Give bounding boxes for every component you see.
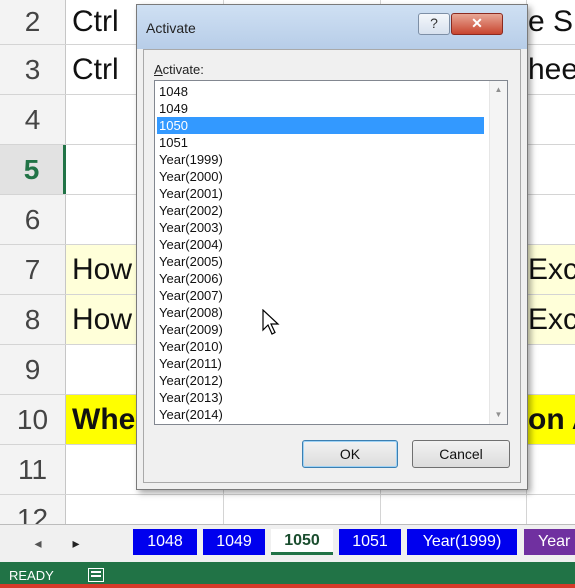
cell[interactable]: e Sh	[526, 0, 575, 44]
sheet-row: 12	[0, 495, 575, 524]
mouse-pointer-icon	[262, 309, 280, 335]
list-item[interactable]: Year(2008)	[157, 304, 484, 321]
sheet-tab[interactable]: 1049	[203, 529, 265, 555]
list-item[interactable]: Year(2001)	[157, 185, 484, 202]
list-item[interactable]: Year(2009)	[157, 321, 484, 338]
list-item[interactable]: Year(2014)	[157, 406, 484, 423]
list-item[interactable]: Year(2010)	[157, 338, 484, 355]
macro-record-icon[interactable]	[87, 568, 104, 582]
list-item[interactable]: Year(2002)	[157, 202, 484, 219]
list-item[interactable]: Year(2013)	[157, 389, 484, 406]
list-item[interactable]: Year(1999)	[157, 151, 484, 168]
sheet-tab-active[interactable]: 1050	[271, 529, 333, 555]
status-divider	[0, 584, 575, 588]
list-item-selected[interactable]: 1050	[157, 117, 484, 134]
dialog-title: Activate	[146, 20, 196, 36]
cancel-button[interactable]: Cancel	[412, 440, 510, 468]
cell[interactable]	[526, 495, 575, 524]
dialog-titlebar[interactable]: Activate ? ✕	[137, 5, 527, 49]
row-header-selected[interactable]: 5	[0, 145, 66, 194]
row-header[interactable]: 11	[0, 445, 66, 494]
list-item[interactable]: Year(2000)	[157, 168, 484, 185]
cell[interactable]	[526, 445, 575, 494]
ready-status: READY	[9, 567, 54, 583]
dialog-body: Activate: 1048 1049 1050 1051 Year(1999)…	[143, 49, 521, 483]
row-header[interactable]: 12	[0, 495, 66, 524]
close-button[interactable]: ✕	[451, 13, 503, 35]
row-header[interactable]: 2	[0, 0, 66, 44]
list-item[interactable]: Year(2011)	[157, 355, 484, 372]
cell[interactable]	[526, 95, 575, 144]
cell[interactable]: on A	[526, 395, 575, 444]
sheet-tab[interactable]: 1051	[339, 529, 401, 555]
list-label: Activate:	[154, 62, 204, 77]
list-item[interactable]: 1048	[157, 83, 484, 100]
status-bar: READY	[0, 562, 575, 588]
list-item[interactable]: Year(2004)	[157, 236, 484, 253]
list-scrollbar[interactable]: ▲ ▼	[489, 81, 507, 424]
tab-scroll-left-icon[interactable]: ◂	[28, 531, 48, 555]
cell[interactable]: Exc	[526, 295, 575, 344]
tab-scroll-right-icon[interactable]: ▸	[66, 531, 86, 555]
list-item[interactable]: Year(2012)	[157, 372, 484, 389]
sheet-tab-bar: ◂ ▸ 1048 1049 1050 1051 Year(1999) Year	[0, 524, 575, 562]
sheet-tab[interactable]: Year	[524, 529, 575, 555]
cell[interactable]: heet	[526, 45, 575, 94]
cell[interactable]	[526, 145, 575, 194]
row-header[interactable]: 6	[0, 195, 66, 244]
sheet-tab[interactable]: 1048	[133, 529, 197, 555]
row-header[interactable]: 8	[0, 295, 66, 344]
list-item[interactable]: Year(2006)	[157, 270, 484, 287]
list-item[interactable]: Year(2005)	[157, 253, 484, 270]
cell[interactable]: Exc	[526, 245, 575, 294]
row-header[interactable]: 9	[0, 345, 66, 394]
list-item[interactable]: 1049	[157, 100, 484, 117]
row-header[interactable]: 10	[0, 395, 66, 444]
cell[interactable]	[526, 195, 575, 244]
scroll-down-icon[interactable]: ▼	[490, 406, 507, 424]
list-item[interactable]: 1051	[157, 134, 484, 151]
row-header[interactable]: 7	[0, 245, 66, 294]
list-item[interactable]: Year(2007)	[157, 287, 484, 304]
sheet-list[interactable]: 1048 1049 1050 1051 Year(1999) Year(2000…	[154, 80, 508, 425]
scroll-up-icon[interactable]: ▲	[490, 81, 507, 99]
row-header[interactable]: 4	[0, 95, 66, 144]
help-button[interactable]: ?	[418, 13, 450, 35]
cell[interactable]	[66, 495, 206, 524]
ok-button[interactable]: OK	[302, 440, 398, 468]
access-key: A	[154, 62, 163, 77]
row-header[interactable]: 3	[0, 45, 66, 94]
list-label-text: ctivate:	[162, 62, 204, 77]
sheet-tab[interactable]: Year(1999)	[407, 529, 517, 555]
list-item[interactable]: Year(2003)	[157, 219, 484, 236]
cell[interactable]	[526, 345, 575, 394]
activate-dialog: Activate ? ✕ Activate: 1048 1049 1050 10…	[136, 4, 528, 490]
